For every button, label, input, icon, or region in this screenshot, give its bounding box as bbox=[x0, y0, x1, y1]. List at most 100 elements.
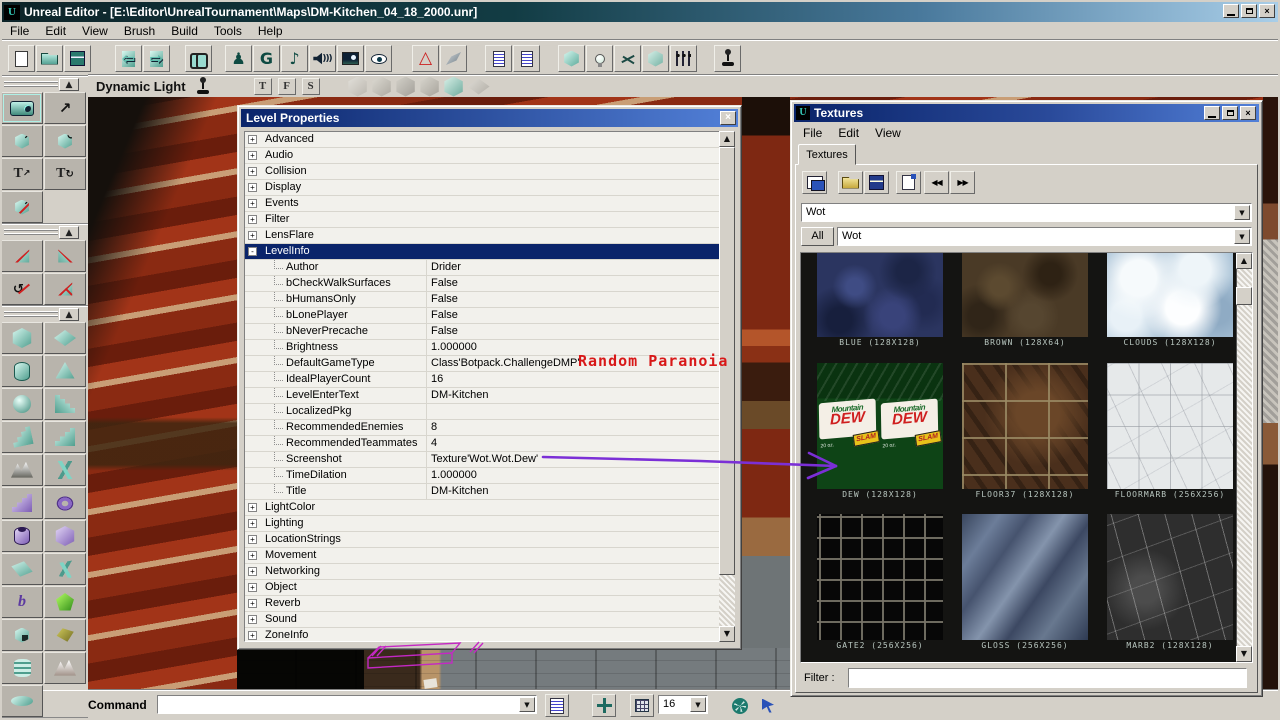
property-row[interactable]: LocalizedPkg bbox=[245, 404, 720, 420]
group-row[interactable]: +Reverb bbox=[245, 596, 720, 612]
close-button[interactable]: × bbox=[1259, 4, 1275, 18]
property-row[interactable]: RecommendedEnemies8 bbox=[245, 420, 720, 436]
undo-button[interactable]: ⇦ bbox=[115, 45, 142, 72]
all-groups-button[interactable]: All bbox=[801, 227, 834, 246]
texture-tile[interactable]: FLOORMARB (256X256) bbox=[1107, 363, 1233, 500]
scroll-down-button[interactable]: ▼ bbox=[1236, 646, 1252, 662]
camera-speed1-icon[interactable] bbox=[348, 77, 368, 97]
scale-actor-button[interactable]: T↗ bbox=[1, 158, 43, 190]
collapse-section-button-3[interactable]: ▲ bbox=[59, 308, 79, 321]
expand-box[interactable]: + bbox=[248, 551, 257, 560]
camera-mode-button[interactable] bbox=[1, 92, 43, 124]
dropdown-arrow-icon[interactable]: ▼ bbox=[1234, 205, 1250, 220]
selected-group-row[interactable]: -LevelInfo bbox=[245, 244, 720, 260]
new-map-button[interactable] bbox=[8, 45, 35, 72]
expand-box[interactable]: + bbox=[248, 151, 257, 160]
expand-box[interactable]: + bbox=[248, 215, 257, 224]
scroll-thumb[interactable] bbox=[1236, 287, 1252, 305]
collapse-section-button-1[interactable]: ▲ bbox=[59, 78, 79, 91]
group-row[interactable]: +LightColor bbox=[245, 500, 720, 516]
group-row[interactable]: +LocationStrings bbox=[245, 532, 720, 548]
property-value[interactable]: Class'Botpack.ChallengeDMP' bbox=[431, 356, 580, 371]
search-actors-button[interactable] bbox=[185, 45, 212, 72]
sidebar-grip-3[interactable]: ▲ bbox=[0, 306, 88, 322]
move-actor-button[interactable]: ↗ bbox=[44, 92, 86, 124]
intersect-sheets-button[interactable] bbox=[44, 454, 86, 486]
texture-tile[interactable]: BLUE (128X128) bbox=[817, 253, 943, 348]
play-map-button[interactable] bbox=[714, 45, 741, 72]
textures-menu-file[interactable]: File bbox=[795, 125, 830, 141]
expand-box[interactable]: + bbox=[248, 631, 257, 640]
actor-properties-list-button[interactable] bbox=[513, 45, 540, 72]
texture-image-blue[interactable] bbox=[817, 253, 943, 337]
scroll-down-button[interactable]: ▼ bbox=[719, 626, 735, 642]
add-light-button[interactable] bbox=[586, 45, 613, 72]
filter-input[interactable] bbox=[848, 668, 1247, 688]
textures-close-button[interactable]: × bbox=[1240, 106, 1256, 120]
menu-edit[interactable]: Edit bbox=[37, 23, 74, 39]
texture-tile-selected[interactable]: Mountain DEW SLAM 20 oz. Mountain DEW SL… bbox=[817, 363, 943, 500]
prefab-button[interactable] bbox=[642, 45, 669, 72]
build-geometry-button[interactable]: △ bbox=[412, 45, 439, 72]
property-value[interactable]: False bbox=[431, 308, 458, 323]
level-properties-titlebar[interactable]: Level Properties × bbox=[241, 109, 738, 127]
move-brush-button[interactable]: ↗ bbox=[1, 125, 43, 157]
property-row[interactable]: IdealPlayerCount16 bbox=[245, 372, 720, 388]
texture-properties-button[interactable] bbox=[896, 171, 921, 194]
property-value[interactable]: 1.000000 bbox=[431, 340, 477, 355]
textured-cube-icon[interactable] bbox=[444, 77, 464, 97]
property-row[interactable]: RecommendedTeammates4 bbox=[245, 436, 720, 452]
property-row[interactable]: bLonePlayerFalse bbox=[245, 308, 720, 324]
sheet-brush-button[interactable] bbox=[44, 322, 86, 354]
texture-tile[interactable]: CLOUDS (128X128) bbox=[1107, 253, 1233, 348]
textures-tab[interactable]: Textures bbox=[798, 144, 856, 165]
volume-cube-button[interactable] bbox=[44, 520, 86, 552]
add-brush-button[interactable] bbox=[558, 45, 585, 72]
expand-box[interactable]: + bbox=[248, 535, 257, 544]
tarp-brush-button[interactable] bbox=[44, 619, 86, 651]
property-value[interactable]: 8 bbox=[431, 420, 437, 435]
texture-image-marb2[interactable] bbox=[1107, 514, 1233, 640]
minimize-button[interactable] bbox=[1223, 4, 1239, 18]
expand-box[interactable]: + bbox=[248, 503, 257, 512]
flat-sheet-button[interactable] bbox=[1, 553, 43, 585]
menu-file[interactable]: File bbox=[2, 23, 37, 39]
actor-browser-button[interactable]: ♟ bbox=[225, 45, 252, 72]
expand-box[interactable]: + bbox=[248, 183, 257, 192]
group-row[interactable]: +Collision bbox=[245, 164, 720, 180]
select-mode-button[interactable] bbox=[756, 694, 780, 717]
scroll-up-button[interactable]: ▲ bbox=[1236, 253, 1252, 269]
dropdown-arrow-icon[interactable]: ▼ bbox=[519, 697, 535, 712]
cube-brush-button[interactable] bbox=[1, 322, 43, 354]
property-row[interactable]: LevelEnterTextDM-Kitchen bbox=[245, 388, 720, 404]
next-group-button[interactable]: ▶▶ bbox=[950, 171, 975, 194]
mesh-browser-button[interactable] bbox=[365, 45, 392, 72]
texture-image-gloss[interactable] bbox=[962, 514, 1088, 640]
group-row[interactable]: +Lighting bbox=[245, 516, 720, 532]
menu-help[interactable]: Help bbox=[250, 23, 291, 39]
property-row[interactable]: TitleDM-Kitchen bbox=[245, 484, 720, 500]
menu-view[interactable]: View bbox=[74, 23, 116, 39]
level-properties-close-button[interactable]: × bbox=[720, 111, 736, 125]
texture-tile[interactable]: GATE2 (256X256) bbox=[817, 514, 943, 651]
property-value[interactable]: 1.000000 bbox=[431, 468, 477, 483]
camera-speed3-icon[interactable] bbox=[396, 77, 416, 97]
texture-browser-button[interactable] bbox=[337, 45, 364, 72]
textures-menu-view[interactable]: View bbox=[867, 125, 909, 141]
vertex-snap-button[interactable] bbox=[592, 694, 616, 717]
group-row[interactable]: +Object bbox=[245, 580, 720, 596]
textures-minimize-button[interactable] bbox=[1204, 106, 1220, 120]
expand-box[interactable]: + bbox=[248, 519, 257, 528]
deco-stair-brush-button[interactable] bbox=[1, 487, 43, 519]
collapse-section-button-2[interactable]: ▲ bbox=[59, 226, 79, 239]
transform-permanently-button[interactable]: ↗ bbox=[1, 191, 43, 223]
scroll-up-button[interactable]: ▲ bbox=[719, 131, 735, 147]
previous-group-button[interactable]: ◀◀ bbox=[924, 171, 949, 194]
group-row[interactable]: +Advanced bbox=[245, 132, 720, 148]
sidebar-grip-1[interactable]: ▲ bbox=[0, 76, 88, 92]
cone-brush-button[interactable] bbox=[44, 355, 86, 387]
group-row[interactable]: +Movement bbox=[245, 548, 720, 564]
music-browser-button[interactable]: ♪ bbox=[281, 45, 308, 72]
package-select[interactable]: Wot ▼ bbox=[801, 203, 1252, 222]
property-row[interactable]: TimeDilation1.000000 bbox=[245, 468, 720, 484]
